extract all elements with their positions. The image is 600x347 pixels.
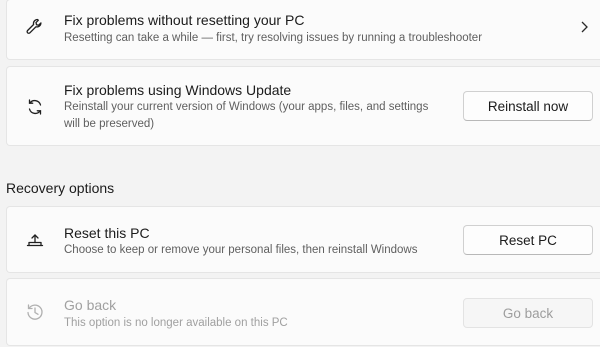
fix-without-reset-card[interactable]: Fix problems without resetting your PC R… (6, 0, 600, 60)
go-back-button[interactable]: Go back (463, 298, 593, 328)
fix-without-reset-description: Resetting can take a while — first, try … (64, 32, 483, 44)
fix-without-reset-title: Fix problems without resetting your PC (64, 12, 305, 28)
fix-windows-update-title: Fix problems using Windows Update (64, 82, 292, 98)
wrench-icon (25, 17, 45, 37)
go-back-title: Go back (64, 297, 117, 313)
history-icon (25, 302, 45, 322)
reinstall-now-button[interactable]: Reinstall now (463, 91, 593, 121)
reset-pc-button[interactable]: Reset PC (463, 225, 593, 255)
recovery-options-header: Recovery options (6, 180, 115, 196)
chevron-right-icon (578, 20, 590, 34)
reset-pc-card: Reset this PC Choose to keep or remove y… (6, 206, 600, 273)
go-back-card: Go back This option is no longer availab… (6, 278, 600, 346)
go-back-description: This option is no longer available on th… (64, 317, 288, 329)
reset-pc-title: Reset this PC (64, 225, 150, 241)
refresh-icon (25, 97, 45, 117)
reset-pc-icon (25, 230, 45, 250)
fix-windows-update-card: Fix problems using Windows Update Reinst… (6, 66, 600, 146)
reset-pc-description: Choose to keep or remove your personal f… (64, 244, 418, 256)
fix-windows-update-description: Reinstall your current version of Window… (64, 101, 429, 130)
